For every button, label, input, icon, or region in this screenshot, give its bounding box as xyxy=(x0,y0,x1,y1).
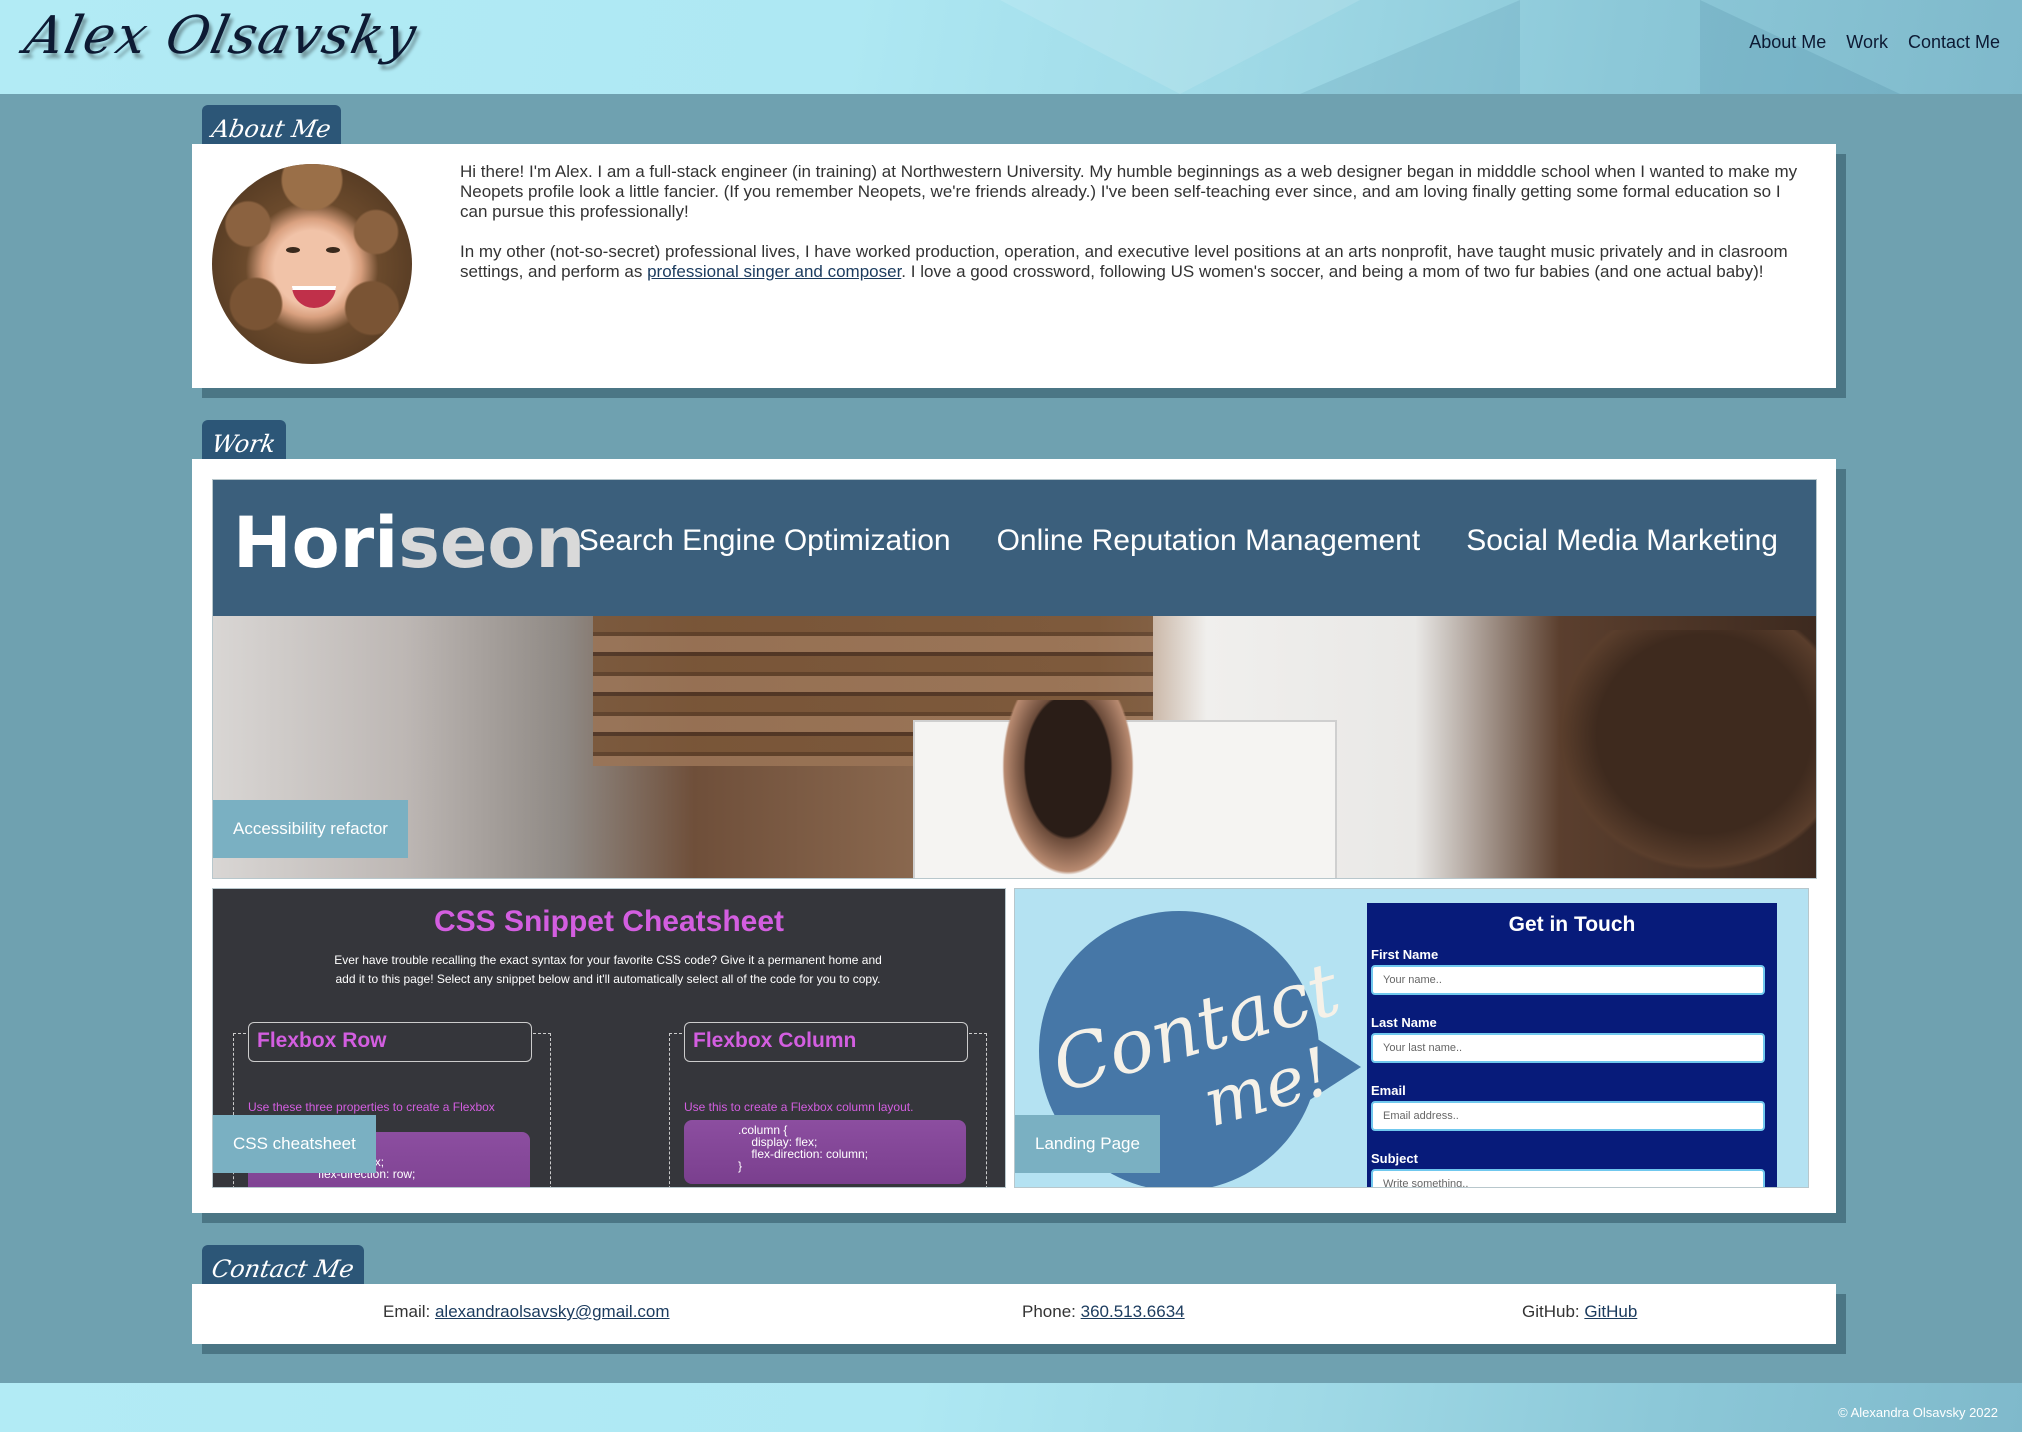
cheatsheet-column: Flexbox Column Use this to create a Flex… xyxy=(669,1022,987,1187)
horiseon-nav: Search Engine Optimization Online Reputa… xyxy=(579,524,1778,558)
project-accessibility-refactor[interactable]: Horiseon Search Engine Optimization Onli… xyxy=(212,479,1817,879)
form-label: Last Name xyxy=(1371,1015,1437,1030)
nav-about-me[interactable]: About Me xyxy=(1749,32,1826,53)
cheatsheet-code-block: .column { display: flex; flex-direction:… xyxy=(684,1120,966,1184)
contact-github: GitHub: GitHub xyxy=(1522,1302,1637,1322)
cheatsheet-card-subtitle: Use these three properties to create a F… xyxy=(248,1100,495,1114)
subject-field: Write something.. xyxy=(1371,1169,1765,1187)
project-label[interactable]: CSS cheatsheet xyxy=(213,1115,376,1173)
first-name-field: Your name.. xyxy=(1371,965,1765,995)
contact-email: Email: alexandraolsavsky@gmail.com xyxy=(383,1302,670,1322)
cheatsheet-title: CSS Snippet Cheatsheet xyxy=(433,905,785,938)
about-paragraph-2: In my other (not-so-secret) professional… xyxy=(460,242,1812,282)
form-label: Subject xyxy=(1371,1151,1418,1166)
site-logo[interactable]: Alex Olsavsky xyxy=(20,6,423,66)
last-name-field: Your last name.. xyxy=(1371,1033,1765,1063)
avatar-hair xyxy=(212,164,412,364)
profile-photo xyxy=(212,164,412,364)
copyright: © Alexandra Olsavsky 2022 xyxy=(1838,1405,1998,1420)
form-label: First Name xyxy=(1371,947,1439,962)
phone-link[interactable]: 360.513.6634 xyxy=(1081,1302,1185,1321)
horiseon-nav-item: Search Engine Optimization xyxy=(578,524,951,557)
project-css-cheatsheet[interactable]: CSS Snippet Cheatsheet Ever have trouble… xyxy=(212,888,1006,1188)
horiseon-logo: Horiseon xyxy=(233,502,586,584)
form-label: Email xyxy=(1371,1083,1406,1098)
email-link[interactable]: alexandraolsavsky@gmail.com xyxy=(435,1302,670,1321)
contact-github-label: GitHub: xyxy=(1522,1302,1580,1321)
avatar-eye xyxy=(286,247,300,253)
header-decoration xyxy=(1300,0,1520,94)
horiseon-nav-item: Social Media Marketing xyxy=(1466,524,1778,557)
contact-phone-label: Phone: xyxy=(1022,1302,1076,1321)
nav-contact-me[interactable]: Contact Me xyxy=(1908,32,2000,53)
horiseon-nav-item: Online Reputation Management xyxy=(996,524,1421,557)
cheatsheet-card-title: Flexbox Row xyxy=(248,1022,532,1062)
about-paragraph-1: Hi there! I'm Alex. I am a full-stack en… xyxy=(460,162,1798,221)
site-header: Alex Olsavsky About Me Work Contact Me xyxy=(0,0,2022,94)
about-paragraph-2-text-end: . I love a good crossword, following US … xyxy=(901,262,1764,281)
hero-person xyxy=(1536,630,1816,878)
singer-composer-link[interactable]: professional singer and composer xyxy=(647,262,901,281)
main-nav: About Me Work Contact Me xyxy=(1749,32,2000,53)
contact-phone: Phone: 360.513.6634 xyxy=(1022,1302,1185,1322)
site-footer: © Alexandra Olsavsky 2022 xyxy=(0,1383,2022,1432)
nav-work[interactable]: Work xyxy=(1846,32,1888,53)
about-text: Hi there! I'm Alex. I am a full-stack en… xyxy=(460,162,1812,302)
contact-form-preview: Get in Touch First Name Your name.. Last… xyxy=(1367,903,1777,1187)
cheatsheet-description: Ever have trouble recalling the exact sy… xyxy=(334,953,882,986)
email-field: Email address.. xyxy=(1371,1101,1765,1131)
github-link[interactable]: GitHub xyxy=(1584,1302,1637,1321)
form-title: Get in Touch xyxy=(1508,913,1636,936)
avatar-eye xyxy=(326,247,340,253)
cheatsheet-card-subtitle: Use this to create a Flexbox column layo… xyxy=(684,1100,914,1114)
contact-email-label: Email: xyxy=(383,1302,431,1321)
cheatsheet-card-title: Flexbox Column xyxy=(684,1022,968,1062)
project-landing-page[interactable]: Contact me! Get in Touch First Name Your… xyxy=(1014,888,1809,1188)
project-label[interactable]: Landing Page xyxy=(1015,1115,1160,1173)
hero-person xyxy=(993,700,1143,878)
project-label[interactable]: Accessibility refactor xyxy=(213,800,408,858)
